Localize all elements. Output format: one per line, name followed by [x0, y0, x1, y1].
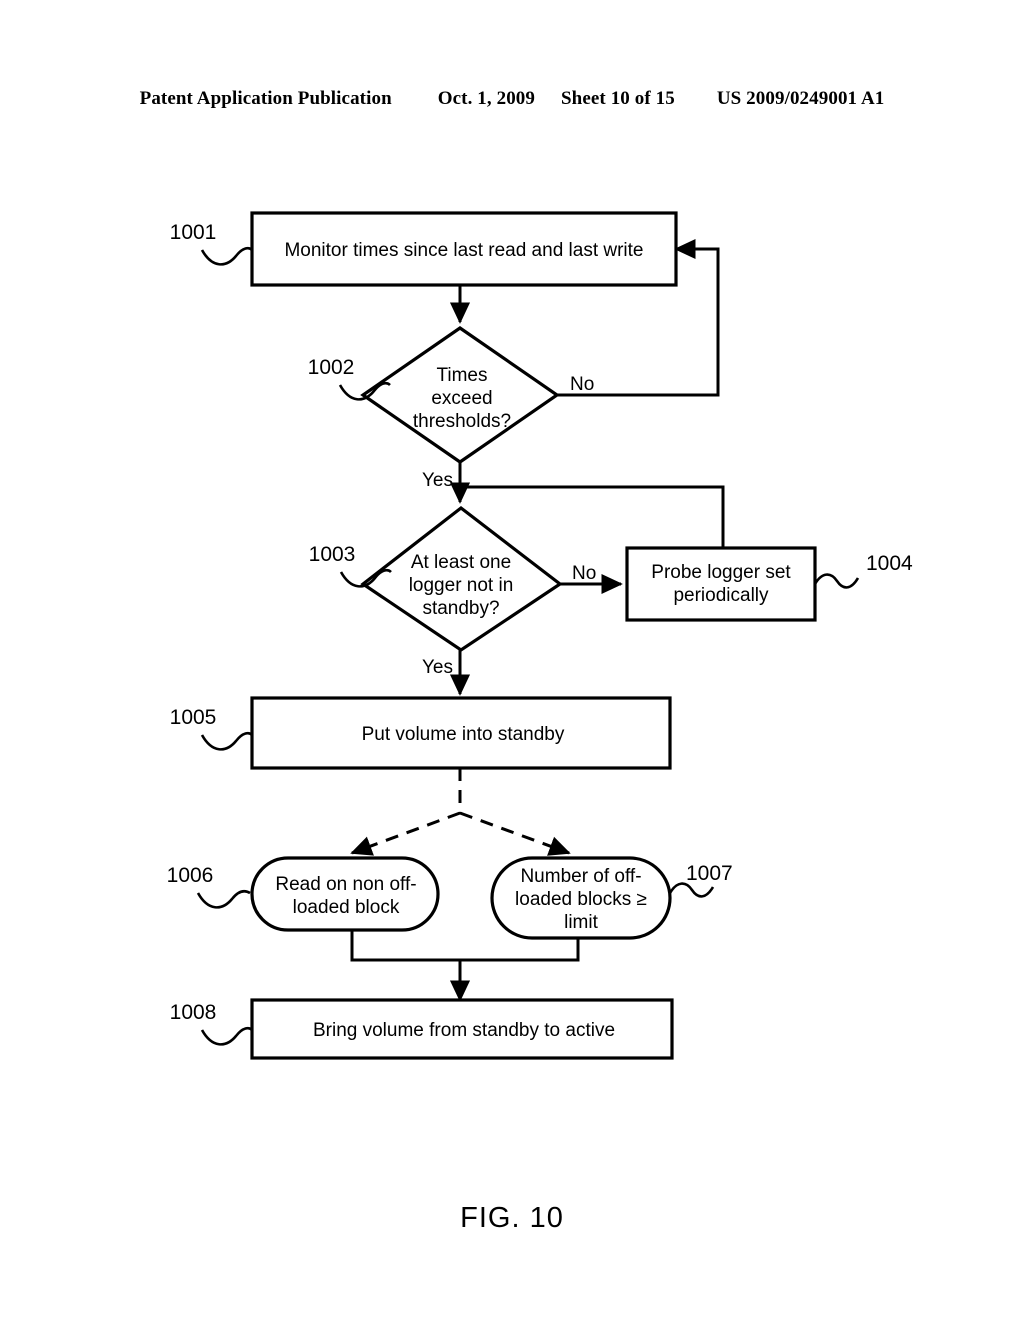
node-1004-shape[interactable]: [625, 546, 817, 622]
ref-number-1002: 1002: [308, 356, 355, 379]
leader-1004: [813, 573, 860, 589]
edge-label-1002-yes: Yes: [422, 470, 453, 491]
connector-1005-to-1007: [459, 811, 571, 856]
leader-1006: [196, 889, 251, 909]
ref-number-1006: 1006: [167, 864, 214, 887]
leader-1001: [200, 246, 253, 266]
node-1006-label-line-0: Read on non off-: [275, 874, 416, 895]
node-1004-label-line-0: Probe logger set: [651, 562, 791, 583]
ref-number-1007: 1007: [686, 862, 733, 885]
connector-1006-to-merge: [350, 930, 460, 962]
node-1002-label-line-2: thresholds?: [413, 411, 511, 432]
node-1005-label-line-0: Put volume into standby: [362, 724, 565, 745]
ref-number-1008: 1008: [170, 1001, 217, 1024]
ref-number-1004: 1004: [866, 552, 913, 575]
leader-1005: [200, 731, 253, 751]
node-1001-label-line-0: Monitor times since last read and last w…: [284, 240, 643, 261]
node-1003-label-line-2: standby?: [422, 598, 499, 619]
node-1002-label-line-1: exceed: [431, 388, 492, 409]
ref-number-1001: 1001: [170, 221, 217, 244]
node-1008-label-line-0: Bring volume from standby to active: [313, 1020, 615, 1041]
node-1003-label-line-1: logger not in: [409, 575, 514, 596]
edge-label-1003-no: No: [572, 563, 596, 584]
edge-label-1003-yes: Yes: [422, 657, 453, 678]
node-1003-label-line-0: At least one: [411, 552, 511, 573]
figure-caption: FIG. 10: [460, 1202, 564, 1234]
node-1007-label-line-2: limit: [564, 912, 598, 933]
node-1007-label-line-0: Number of off-: [520, 866, 641, 887]
leader-1007: [668, 882, 715, 898]
node-1006-label-line-1: loaded block: [293, 897, 400, 918]
node-1004-label-line-1: periodically: [673, 585, 769, 606]
ref-number-1005: 1005: [170, 706, 217, 729]
node-1002-label-line-0: Times: [436, 365, 487, 386]
node-1007-label-line-1: loaded blocks ≥: [515, 889, 647, 910]
connector-1005-to-1006: [350, 811, 461, 856]
edge-label-1002-no: No: [570, 374, 594, 395]
flowchart-diagram: Monitor times since last read and last w…: [0, 0, 1024, 1320]
leader-1008: [200, 1026, 253, 1046]
ref-number-1003: 1003: [309, 543, 356, 566]
